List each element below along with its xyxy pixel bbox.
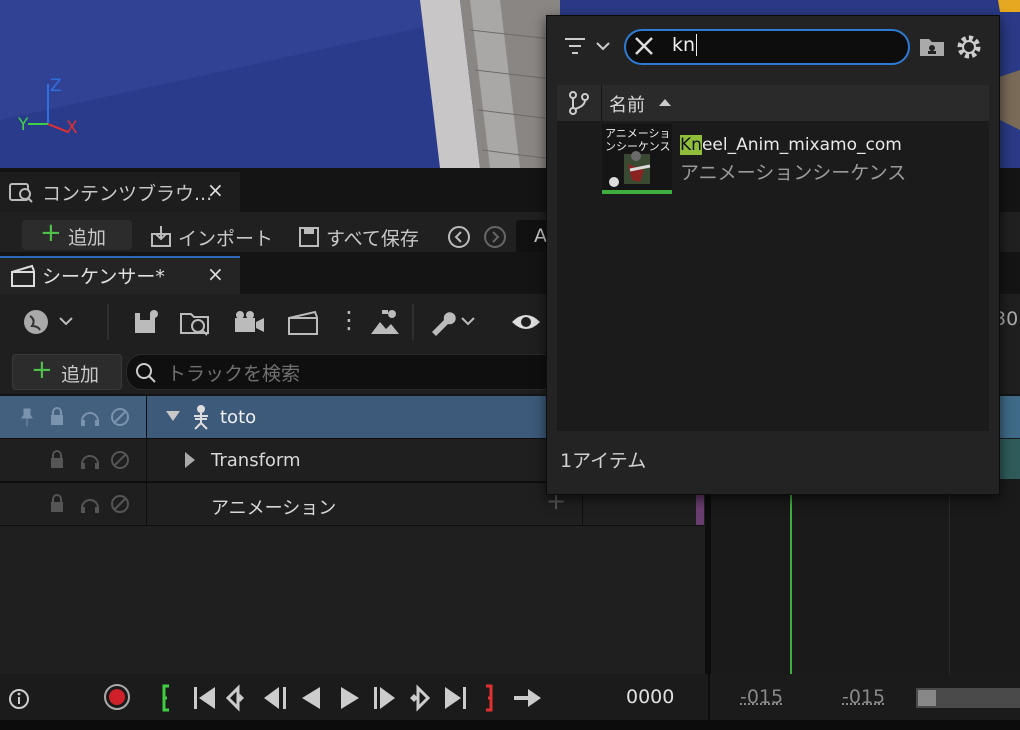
save-sequence-icon[interactable] xyxy=(132,308,160,336)
sort-ascending-icon xyxy=(659,98,671,106)
toolbar-separator xyxy=(708,674,710,720)
jump-to-end-icon xyxy=(445,687,466,709)
cb-add-button[interactable]: + 追加 xyxy=(22,218,132,250)
track-toggle-icons[interactable] xyxy=(18,494,138,514)
track-add-button[interactable]: + 追加 xyxy=(12,354,122,390)
save-icon xyxy=(298,226,320,248)
column-name-header[interactable]: 名前 xyxy=(603,85,989,121)
expand-triangle-icon[interactable] xyxy=(184,452,196,468)
column-divider xyxy=(601,85,602,121)
track-search-placeholder: トラックを検索 xyxy=(167,363,301,385)
asset-name-rest: eel_Anim_mixamo_com xyxy=(701,135,902,155)
sequencer-tab[interactable]: シーケンサー* × xyxy=(0,256,240,296)
eye-icon[interactable] xyxy=(510,310,542,334)
step-forward-icon xyxy=(374,687,395,709)
more-options-icon[interactable]: ⋮ xyxy=(337,306,361,334)
track-toggle-icons[interactable] xyxy=(18,450,138,470)
search-icon xyxy=(135,362,157,384)
asset-search-input[interactable]: kn xyxy=(624,29,910,65)
timeline-gridline xyxy=(949,479,950,674)
clear-search-icon[interactable] xyxy=(632,34,656,58)
playhead-line[interactable] xyxy=(790,488,792,674)
import-button[interactable]: インポート xyxy=(150,224,280,252)
record-button[interactable] xyxy=(103,683,131,711)
status-strip xyxy=(0,720,1020,730)
current-frame-field[interactable]: 0000 xyxy=(626,686,674,708)
import-label: インポート xyxy=(178,228,274,250)
import-icon xyxy=(150,226,174,248)
gear-icon[interactable] xyxy=(956,34,982,60)
play-icon xyxy=(341,687,359,709)
clapper-icon xyxy=(10,264,36,288)
axis-y-label: Y xyxy=(18,115,29,135)
range-start-field[interactable]: -015 xyxy=(740,686,783,708)
asset-search-value: kn xyxy=(672,34,698,56)
scrollbar-thumb[interactable] xyxy=(918,690,936,706)
skeleton-icon xyxy=(190,404,212,430)
loop-arrow-icon xyxy=(514,689,541,707)
asset-thumbnail-label: アニメーションシーケンス xyxy=(605,127,671,153)
jump-to-start-icon xyxy=(194,687,215,709)
save-all-button[interactable]: すべて保存 xyxy=(298,224,428,252)
content-browser-tab[interactable]: コンテンツブラウ... × xyxy=(0,172,240,212)
plus-icon: + xyxy=(31,355,53,385)
item-count: 1アイテム xyxy=(560,450,647,472)
director-blueprint-icon[interactable] xyxy=(368,306,402,338)
forward-arrow-icon[interactable] xyxy=(483,225,507,249)
track-row-toggles xyxy=(0,396,146,438)
close-icon[interactable]: × xyxy=(207,262,224,286)
asset-thumbnail: アニメーションシーケンス xyxy=(602,124,672,194)
collapse-triangle-icon[interactable] xyxy=(166,409,182,423)
toolbar-separator xyxy=(107,304,109,340)
prev-key-icon xyxy=(225,684,244,712)
timeline-scrollbar[interactable] xyxy=(916,688,1020,708)
world-icon[interactable] xyxy=(22,308,78,336)
info-icon[interactable] xyxy=(8,688,30,710)
track-toggle-icons[interactable] xyxy=(18,407,138,427)
camera-icon[interactable] xyxy=(232,308,266,336)
asset-type-label: アニメーションシーケンス xyxy=(680,162,907,184)
column-name-label: 名前 xyxy=(609,95,645,116)
track-label: アニメーション xyxy=(211,498,337,519)
content-browser-tab-label: コンテンツブラウ... xyxy=(42,183,213,205)
track-add-label: 追加 xyxy=(61,364,100,386)
row-divider xyxy=(146,396,147,438)
browse-folder-icon[interactable] xyxy=(178,306,212,338)
play-reverse-icon xyxy=(302,687,320,709)
plus-icon: + xyxy=(40,218,62,248)
filter-icon[interactable] xyxy=(563,33,613,59)
cb-add-label: 追加 xyxy=(68,227,107,249)
axis-x-label: X xyxy=(66,118,78,138)
row-divider xyxy=(146,483,147,525)
axis-z-label: Z xyxy=(50,76,62,96)
track-empty-area[interactable] xyxy=(0,526,705,674)
track-label: toto xyxy=(220,407,257,428)
row-divider xyxy=(146,439,147,481)
content-browser-icon xyxy=(8,180,34,204)
playback-bar: 0000 -015 -015 xyxy=(0,674,1020,720)
next-key-icon xyxy=(410,684,431,712)
source-branch-icon[interactable] xyxy=(567,91,591,115)
asset-list-header: 名前 xyxy=(557,85,989,121)
save-all-label: すべて保存 xyxy=(326,228,419,250)
track-search-input[interactable]: トラックを検索 xyxy=(126,354,558,390)
track-label: Transform xyxy=(211,450,301,471)
asset-name: Kneel_Anim_mixamo_com xyxy=(680,135,902,155)
toolbar-separator xyxy=(412,304,414,340)
transport-controls xyxy=(162,684,541,712)
back-arrow-icon[interactable] xyxy=(447,225,471,249)
wrench-icon[interactable] xyxy=(428,308,482,336)
asset-name-match: Kn xyxy=(680,135,702,155)
sequencer-tab-label: シーケンサー* xyxy=(42,266,165,288)
folder-view-icon[interactable] xyxy=(918,35,946,59)
step-back-icon xyxy=(264,687,286,709)
range-end-field[interactable]: -015 xyxy=(842,686,885,708)
asset-list-item[interactable]: アニメーションシーケンス Kneel_Anim_mixamo_com アニメーシ… xyxy=(600,122,990,196)
render-movie-icon[interactable] xyxy=(286,308,320,336)
close-icon[interactable]: × xyxy=(207,178,224,202)
